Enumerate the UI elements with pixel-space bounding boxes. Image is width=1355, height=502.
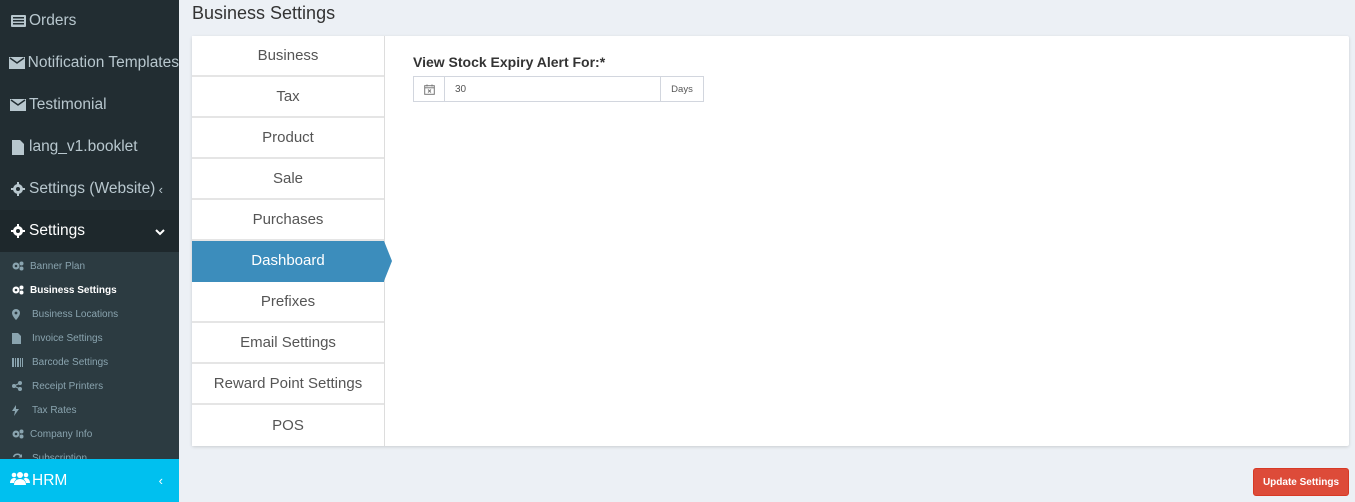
submenu-item-invoice-settings[interactable]: Invoice Settings — [0, 326, 179, 350]
tab-purchases[interactable]: Purchases — [192, 200, 384, 241]
file-icon — [12, 332, 28, 344]
submenu-item-business-settings[interactable]: Business Settings — [0, 278, 179, 302]
sidebar-item-settings[interactable]: Settings — [0, 210, 179, 252]
tab-business[interactable]: Business — [192, 36, 384, 77]
submenu-item-receipt-printers[interactable]: Receipt Printers — [0, 374, 179, 398]
submenu-label: Business Settings — [30, 284, 117, 296]
sidebar-item-notification-templates[interactable]: Notification Templates — [0, 42, 179, 84]
sidebar-item-hrm[interactable]: HRM ‹ — [0, 459, 179, 502]
settings-box: Business Tax Product Sale Purchases Dash… — [192, 36, 1349, 446]
envelope-icon — [9, 97, 27, 113]
sidebar-item-orders[interactable]: Orders — [0, 0, 179, 42]
barcode-icon — [12, 357, 28, 367]
gear-icon — [9, 223, 27, 239]
tab-sale[interactable]: Sale — [192, 159, 384, 200]
tab-email-settings[interactable]: Email Settings — [192, 323, 384, 364]
calendar-icon — [414, 77, 445, 101]
stock-expiry-days-input[interactable] — [445, 77, 660, 101]
sidebar-item-testimonial[interactable]: Testimonial — [0, 84, 179, 126]
tab-reward-point-settings[interactable]: Reward Point Settings — [192, 364, 384, 405]
submenu-item-banner-plan[interactable]: Banner Plan — [0, 254, 179, 278]
stock-expiry-label: View Stock Expiry Alert For:* — [413, 54, 606, 70]
tab-prefixes[interactable]: Prefixes — [192, 282, 384, 323]
tab-product[interactable]: Product — [192, 118, 384, 159]
share-icon — [12, 381, 28, 391]
days-addon: Days — [660, 77, 703, 101]
sidebar-item-label: HRM — [32, 471, 68, 489]
submenu-label: Business Locations — [32, 308, 119, 320]
stock-expiry-input-group: Days — [413, 76, 704, 102]
submenu-item-business-locations[interactable]: Business Locations — [0, 302, 179, 326]
cogs-icon — [12, 285, 28, 295]
tab-tax[interactable]: Tax — [192, 77, 384, 118]
sidebar-item-label: Settings — [29, 222, 86, 239]
tab-pos[interactable]: POS — [192, 405, 384, 446]
settings-tabs: Business Tax Product Sale Purchases Dash… — [192, 36, 392, 446]
users-icon — [10, 471, 30, 490]
cogs-icon — [12, 261, 28, 271]
sidebar-item-booklet[interactable]: lang_v1.booklet — [0, 126, 179, 168]
settings-submenu: Banner Plan Business Settings Business L… — [0, 252, 179, 472]
submenu-label: Invoice Settings — [32, 332, 103, 344]
submenu-item-tax-rates[interactable]: Tax Rates — [0, 398, 179, 422]
chevron-left-icon: ‹ — [158, 181, 163, 197]
submenu-label: Barcode Settings — [32, 356, 109, 368]
sidebar: Orders Notification Templates Testimonia… — [0, 0, 179, 502]
chevron-left-icon: ‹ — [158, 473, 163, 488]
bolt-icon — [12, 404, 28, 416]
file-icon — [9, 139, 27, 155]
submenu-label: Company Info — [30, 428, 93, 440]
submenu-item-company-info[interactable]: Company Info — [0, 422, 179, 446]
update-settings-button[interactable]: Update Settings — [1253, 468, 1349, 496]
envelope-icon — [9, 55, 26, 71]
submenu-label: Tax Rates — [32, 404, 77, 416]
tab-dashboard[interactable]: Dashboard — [192, 240, 392, 282]
map-marker-icon — [12, 308, 28, 320]
sidebar-item-label: Notification Templates — [27, 54, 179, 71]
sidebar-item-label: Settings (Website) — [29, 180, 156, 197]
submenu-label: Banner Plan — [30, 260, 86, 272]
sidebar-item-label: Orders — [29, 12, 77, 29]
sidebar-item-label: Testimonial — [29, 96, 107, 113]
cogs-icon — [12, 429, 28, 439]
dashboard-pane: View Stock Expiry Alert For:* Days — [413, 54, 704, 102]
gear-icon — [9, 181, 27, 197]
page-title: Business Settings — [192, 3, 336, 23]
sidebar-item-label: lang_v1.booklet — [29, 138, 138, 155]
chevron-down-icon — [155, 224, 165, 239]
submenu-label: Receipt Printers — [32, 380, 104, 392]
sidebar-item-settings-website[interactable]: Settings (Website) ‹ — [0, 168, 179, 210]
list-icon — [9, 13, 27, 29]
submenu-item-barcode-settings[interactable]: Barcode Settings — [0, 350, 179, 374]
